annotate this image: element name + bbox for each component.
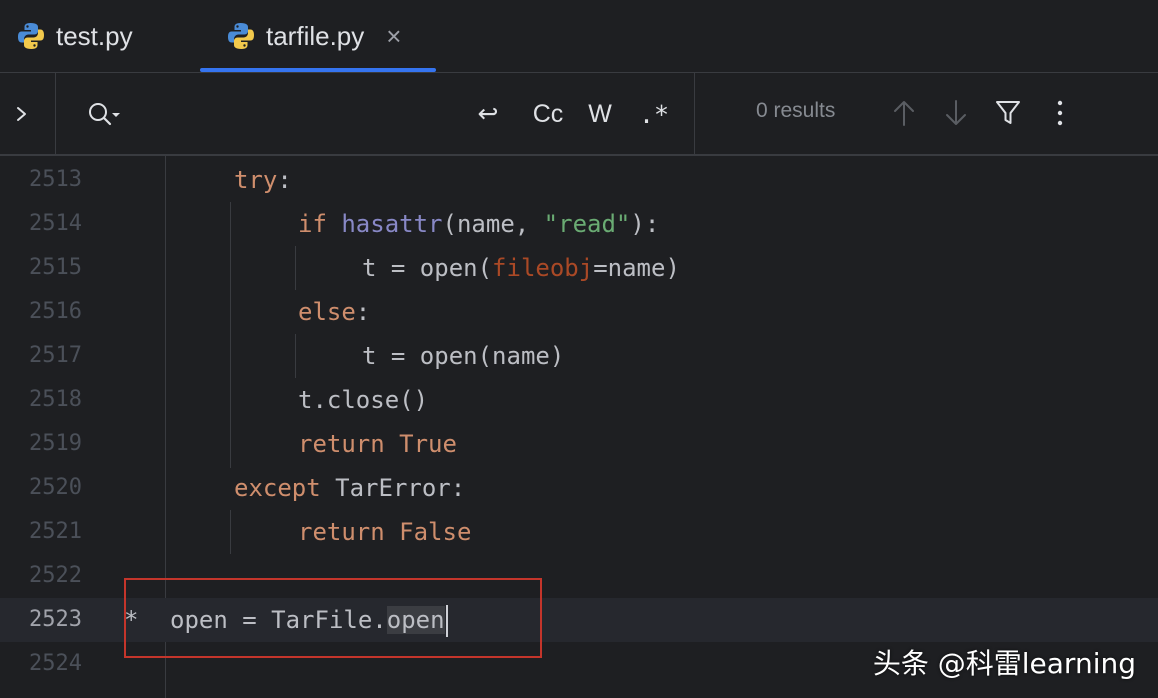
editor-tab-bar: test.py tarfile.py ×	[0, 0, 1158, 72]
line-number: 2515	[29, 255, 82, 280]
line-number: 2514	[29, 211, 82, 236]
line-number: 2523	[29, 607, 82, 632]
annotation-highlight-box	[124, 578, 542, 658]
code-text: return True	[298, 430, 457, 458]
code-text: t.close()	[298, 386, 429, 414]
line-number: 2519	[29, 431, 82, 456]
code-line: 2515 t = open(fileobj=name)	[0, 246, 1158, 290]
divider	[694, 73, 695, 155]
line-number: 2524	[29, 651, 82, 676]
line-number: 2516	[29, 299, 82, 324]
arrow-down-icon[interactable]	[942, 97, 970, 129]
code-line: 2517 t = open(name)	[0, 334, 1158, 378]
code-text: return False	[298, 518, 472, 546]
code-line: 2520 except TarError:	[0, 466, 1158, 510]
close-icon[interactable]: ×	[386, 21, 401, 52]
arrow-up-icon[interactable]	[890, 97, 918, 129]
code-editor[interactable]: 2513 try: 2514 if hasattr(name, "read"):…	[0, 156, 1158, 698]
code-line: 2518 t.close()	[0, 378, 1158, 422]
python-file-icon	[228, 23, 254, 49]
line-number: 2522	[29, 563, 82, 588]
code-text: else:	[298, 298, 371, 326]
line-number: 2517	[29, 343, 82, 368]
filter-icon[interactable]	[994, 97, 1022, 129]
search-icon[interactable]	[86, 99, 122, 129]
watermark: 头条 @科雷learning	[872, 647, 1136, 680]
code-line: 2516 else:	[0, 290, 1158, 334]
code-line: 2514 if hasattr(name, "read"):	[0, 202, 1158, 246]
more-options-icon[interactable]	[1048, 97, 1072, 129]
regex-toggle[interactable]: .*	[634, 93, 674, 135]
line-number: 2520	[29, 475, 82, 500]
results-count: 0 results	[756, 99, 836, 122]
tab-label: test.py	[56, 20, 133, 51]
code-text: t = open(name)	[362, 342, 565, 370]
whole-words-toggle[interactable]: W	[580, 93, 620, 135]
code-text: except TarError:	[234, 474, 466, 502]
find-bar: ↩ Cc W .* 0 results	[0, 73, 1158, 155]
code-text: t = open(fileobj=name)	[362, 254, 680, 282]
preserve-newline-toggle[interactable]: ↩	[468, 93, 508, 135]
code-line: 2521 return False	[0, 510, 1158, 554]
search-input[interactable]	[130, 93, 454, 137]
tab-test-py[interactable]: test.py	[16, 0, 133, 72]
code-line: 2513 try:	[0, 158, 1158, 202]
line-number: 2518	[29, 387, 82, 412]
code-line: 2519 return True	[0, 422, 1158, 466]
line-number: 2521	[29, 519, 82, 544]
divider	[55, 73, 56, 155]
python-file-icon	[18, 23, 44, 49]
chevron-right-icon[interactable]	[10, 99, 34, 129]
code-text: try:	[234, 166, 292, 194]
line-number: 2513	[29, 167, 82, 192]
tab-label: tarfile.py	[266, 20, 365, 51]
code-text: if hasattr(name, "read"):	[298, 210, 660, 238]
tab-tarfile-py[interactable]: tarfile.py ×	[226, 0, 401, 72]
match-case-toggle[interactable]: Cc	[526, 93, 570, 135]
